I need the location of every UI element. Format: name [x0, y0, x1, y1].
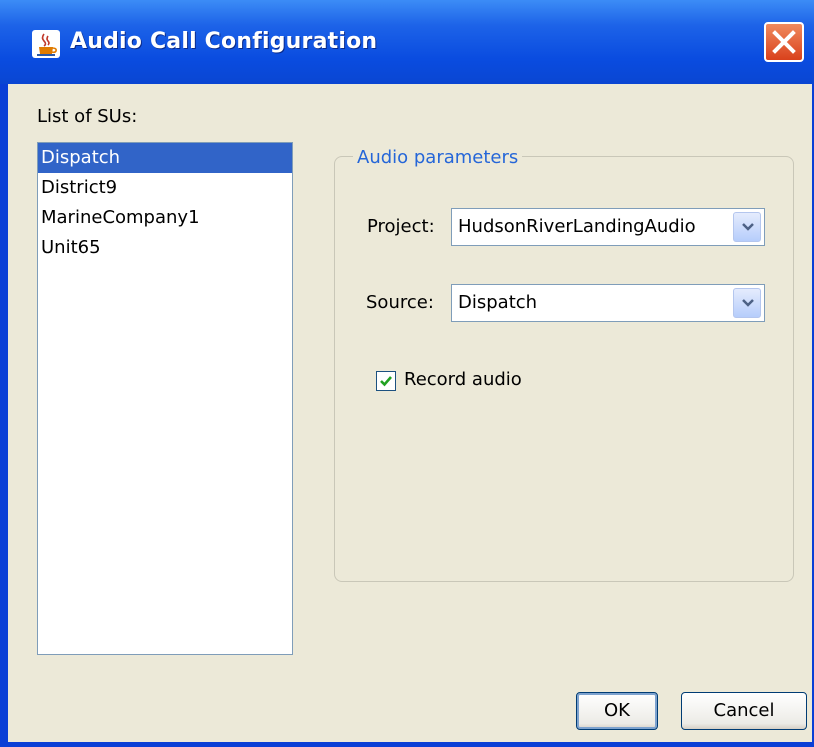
source-label: Source:	[366, 292, 434, 313]
project-dropdown[interactable]: HudsonRiverLandingAudio	[451, 208, 765, 246]
title-bar[interactable]: Audio Call Configuration	[0, 0, 814, 84]
close-icon	[772, 30, 796, 54]
close-button[interactable]	[764, 22, 804, 62]
audio-parameters-legend: Audio parameters	[353, 147, 523, 168]
list-item[interactable]: Unit65	[38, 233, 292, 263]
source-value: Dispatch	[458, 292, 538, 313]
chevron-down-icon	[742, 223, 754, 231]
su-list[interactable]: Dispatch District9 MarineCompany1 Unit65	[37, 142, 293, 655]
ok-button[interactable]: OK	[576, 692, 658, 730]
window-title: Audio Call Configuration	[70, 29, 378, 54]
record-audio-label[interactable]: Record audio	[404, 369, 522, 390]
list-item[interactable]: District9	[38, 173, 292, 203]
cancel-button[interactable]: Cancel	[681, 692, 807, 730]
dialog-content: List of SUs: Dispatch District9 MarineCo…	[8, 84, 812, 742]
list-item[interactable]: MarineCompany1	[38, 203, 292, 233]
su-list-label: List of SUs:	[37, 106, 138, 127]
project-dropdown-button[interactable]	[733, 212, 761, 242]
project-value: HudsonRiverLandingAudio	[458, 216, 696, 237]
dialog-window: Audio Call Configuration List of SUs: Di…	[0, 0, 814, 747]
source-dropdown-button[interactable]	[733, 288, 761, 318]
record-audio-checkbox[interactable]	[376, 371, 396, 391]
list-item[interactable]: Dispatch	[38, 143, 292, 173]
checkmark-icon	[380, 376, 392, 387]
java-cup-icon	[32, 30, 60, 58]
chevron-down-icon	[742, 299, 754, 307]
source-dropdown[interactable]: Dispatch	[451, 284, 765, 322]
project-label: Project:	[367, 216, 435, 237]
